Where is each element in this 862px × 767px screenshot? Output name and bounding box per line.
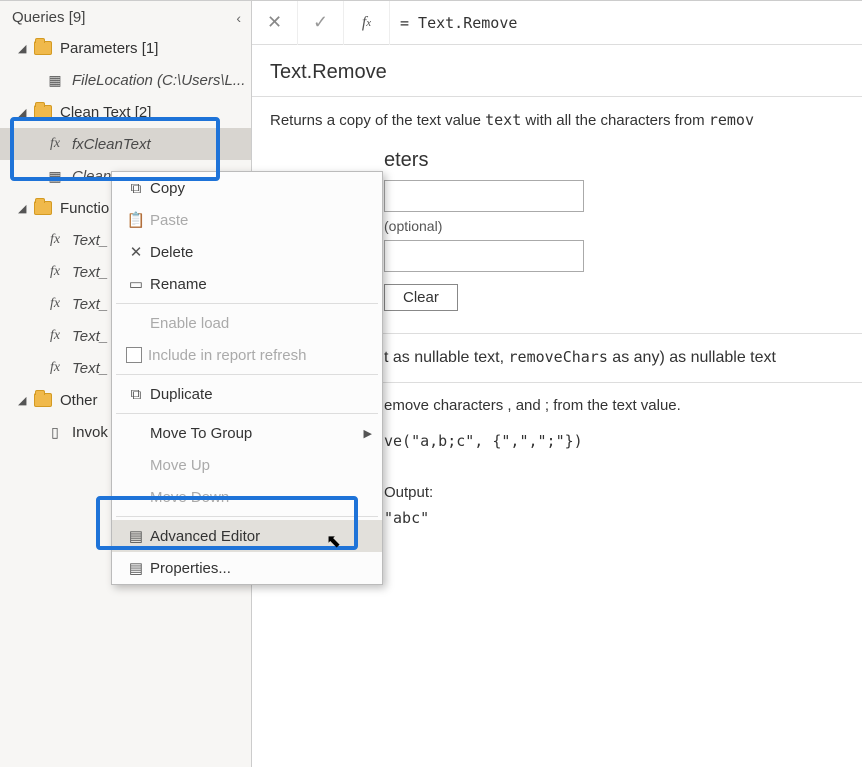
- menu-paste: 📋Paste: [112, 204, 382, 236]
- example-intro-fragment: emove characters , and ; from the text v…: [384, 395, 844, 418]
- menu-duplicate[interactable]: ⧉Duplicate: [112, 378, 382, 410]
- menu-delete[interactable]: ✕Delete: [112, 236, 382, 268]
- group-label: Parameters [1]: [60, 40, 158, 57]
- signature-fragment: t as nullable text, removeChars as any) …: [384, 346, 844, 370]
- param-row-1: [384, 180, 844, 212]
- item-filelocation[interactable]: ▦ FileLocation (C:\Users\L...: [0, 64, 251, 96]
- fx-icon: fx: [46, 264, 64, 280]
- menu-properties[interactable]: ▤Properties...: [112, 552, 382, 584]
- menu-separator: [116, 516, 378, 517]
- delete-icon: ✕: [122, 243, 150, 261]
- fx-icon: fx: [46, 328, 64, 344]
- example-block: ve("a,b;c", {",",";"}) Output: "abc": [384, 429, 844, 531]
- item-fxcleantext[interactable]: fx fxCleanText: [0, 128, 251, 160]
- folder-icon: [34, 393, 52, 407]
- folder-icon: [34, 41, 52, 55]
- caret-down-icon: ◢: [18, 42, 30, 55]
- group-clean-text[interactable]: ◢ Clean Text [2]: [0, 96, 251, 128]
- duplicate-icon: ⧉: [122, 386, 150, 403]
- queries-header[interactable]: Queries [9] ‹: [0, 1, 251, 32]
- rename-icon: ▭: [122, 275, 150, 293]
- item-label: FileLocation (C:\Users\L...: [72, 72, 245, 89]
- advanced-editor-icon: ▤: [122, 527, 150, 545]
- group-parameters[interactable]: ◢ Parameters [1]: [0, 32, 251, 64]
- collapse-pane-icon[interactable]: ‹: [236, 10, 241, 26]
- doc-description: Returns a copy of the text value text wi…: [270, 109, 844, 133]
- output-value: "abc": [384, 509, 429, 527]
- example-usage: ve("a,b;c", {",",";"}): [384, 432, 583, 450]
- app-root: Queries [9] ‹ ◢ Parameters [1] ▦ FileLoc…: [0, 0, 862, 767]
- caret-down-icon: ◢: [18, 202, 30, 215]
- param-row-3: [384, 240, 844, 272]
- menu-include-refresh: Include in report refresh: [112, 339, 382, 371]
- params-heading-fragment: eters: [384, 149, 844, 172]
- clear-button[interactable]: Clear: [384, 284, 458, 311]
- item-label: Text_: [72, 296, 108, 313]
- doc-title: Text.Remove: [270, 61, 844, 84]
- menu-copy[interactable]: ⧉Copy: [112, 172, 382, 204]
- group-label: Other: [60, 392, 98, 409]
- cancel-formula-button[interactable]: ✕: [252, 1, 298, 45]
- item-label: Text_: [72, 264, 108, 281]
- caret-down-icon: ◢: [18, 394, 30, 407]
- menu-advanced-editor[interactable]: ▤Advanced Editor: [112, 520, 382, 552]
- properties-icon: ▤: [122, 559, 150, 577]
- chevron-right-icon: ▶: [364, 427, 372, 440]
- item-label: Invok: [72, 424, 108, 441]
- fx-icon: fx: [46, 360, 64, 376]
- folder-icon: [34, 201, 52, 215]
- document-icon: ▯: [46, 424, 64, 441]
- checkbox-icon: [126, 347, 142, 363]
- item-label: Text_: [72, 360, 108, 377]
- optional-label: (optional): [384, 218, 442, 234]
- fx-icon: fx: [46, 232, 64, 248]
- menu-move-to-group[interactable]: Move To Group▶: [112, 417, 382, 449]
- fx-icon[interactable]: fx: [344, 1, 390, 45]
- menu-move-up: Move Up: [112, 449, 382, 481]
- menu-enable-load: Enable load: [112, 307, 382, 339]
- item-label: Text_: [72, 232, 108, 249]
- menu-separator: [116, 303, 378, 304]
- output-label: Output:: [384, 480, 844, 506]
- menu-move-down: Move Down: [112, 481, 382, 513]
- param-input-removechars[interactable]: [384, 240, 584, 272]
- menu-separator: [116, 374, 378, 375]
- context-menu: ⧉Copy 📋Paste ✕Delete ▭Rename Enable load…: [111, 171, 383, 585]
- item-label: Clean: [72, 168, 111, 185]
- param-input-text[interactable]: [384, 180, 584, 212]
- parameter-icon: ▦: [46, 72, 64, 89]
- accept-formula-button[interactable]: ✓: [298, 1, 344, 45]
- formula-input[interactable]: [390, 1, 862, 44]
- group-label: Functio: [60, 200, 109, 217]
- item-label: Text_: [72, 328, 108, 345]
- queries-title: Queries [9]: [12, 9, 236, 26]
- folder-icon: [34, 105, 52, 119]
- table-icon: ▦: [46, 168, 64, 185]
- fx-icon: fx: [46, 136, 64, 152]
- menu-separator: [116, 413, 378, 414]
- item-label: fxCleanText: [72, 136, 151, 153]
- paste-icon: 📋: [122, 211, 150, 229]
- menu-rename[interactable]: ▭Rename: [112, 268, 382, 300]
- copy-icon: ⧉: [122, 180, 150, 197]
- fx-icon: fx: [46, 296, 64, 312]
- param-row-2: (optional): [384, 218, 844, 234]
- caret-down-icon: ◢: [18, 106, 30, 119]
- formula-bar: ✕ ✓ fx: [252, 1, 862, 45]
- group-label: Clean Text [2]: [60, 104, 151, 121]
